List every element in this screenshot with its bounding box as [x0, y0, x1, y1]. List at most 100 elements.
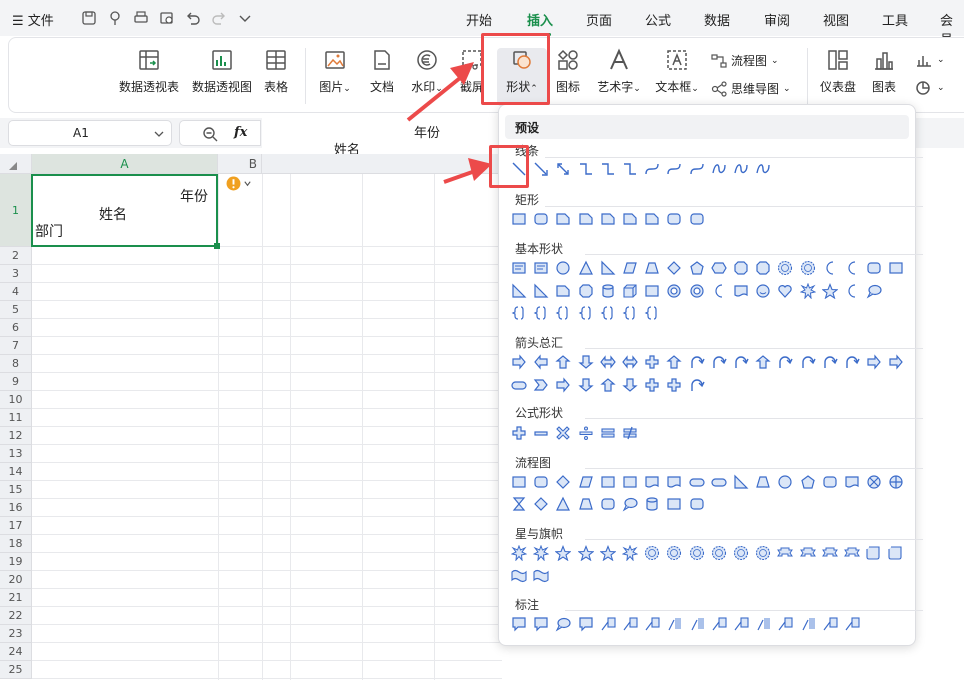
shape-plus-icon[interactable]	[666, 377, 682, 396]
shape-ribbon-icon[interactable]	[844, 545, 860, 564]
shape-barCallout-icon[interactable]	[689, 616, 705, 635]
row-header[interactable]: 6	[0, 319, 32, 337]
shape-scribble-icon[interactable]	[711, 161, 727, 180]
error-check-indicator[interactable]	[226, 176, 252, 191]
shape-bracket-icon[interactable]	[644, 305, 660, 324]
shape-snip-icon[interactable]	[600, 211, 616, 230]
tab-page[interactable]: 页面	[586, 10, 612, 29]
row-header[interactable]: 15	[0, 481, 32, 499]
shape-moon-icon[interactable]	[822, 260, 838, 279]
shape-octagon-icon[interactable]	[733, 260, 749, 279]
column-header-a[interactable]: A	[32, 154, 218, 174]
shape-rect-icon[interactable]	[888, 260, 904, 279]
shape-bracket-icon[interactable]	[555, 305, 571, 324]
shape-elbow-icon[interactable]	[578, 161, 594, 180]
shape-curve-icon[interactable]	[689, 161, 705, 180]
tab-insert[interactable]: 插入	[527, 10, 553, 36]
shape-circleX-icon[interactable]	[866, 474, 882, 493]
shape-arrowD-icon[interactable]	[577, 354, 594, 373]
shape-rrect-icon[interactable]	[822, 474, 838, 493]
shape-star-icon[interactable]	[821, 283, 839, 302]
shape-terminator-icon[interactable]	[688, 474, 705, 493]
screenshot-button[interactable]: 截屏	[455, 48, 489, 95]
column-header-c[interactable]	[262, 154, 502, 174]
shape-circlePlus-icon[interactable]	[888, 474, 904, 493]
shape-times-icon[interactable]	[555, 425, 571, 444]
shape-scroll-icon[interactable]	[866, 545, 882, 564]
row-header[interactable]: 1	[0, 174, 32, 247]
shape-snip-icon[interactable]	[578, 211, 594, 230]
shape-arrowR-icon[interactable]	[555, 377, 571, 396]
save-icon[interactable]	[81, 10, 97, 26]
shape-plus-icon[interactable]	[644, 377, 660, 396]
shape-diamond-icon[interactable]	[533, 496, 549, 515]
shape-seal-icon[interactable]	[755, 545, 771, 564]
shape-ribbon-icon[interactable]	[799, 545, 816, 564]
shape-rtri-icon[interactable]	[733, 474, 749, 493]
shape-para-icon[interactable]	[622, 260, 638, 279]
shape-triangle-icon[interactable]	[555, 496, 571, 515]
shape-hexagon-icon[interactable]	[711, 260, 727, 279]
shape-curve-icon[interactable]	[666, 161, 682, 180]
shape-lineCallout-icon[interactable]	[777, 616, 793, 635]
shape-cylinder-icon[interactable]	[644, 496, 660, 515]
shape-plus-icon[interactable]	[644, 354, 660, 373]
tab-start[interactable]: 开始	[466, 10, 492, 29]
row-header[interactable]: 24	[0, 643, 32, 661]
shape-scroll-icon[interactable]	[888, 545, 904, 564]
shape-burst-icon[interactable]	[532, 544, 550, 564]
shape-star-icon[interactable]	[599, 545, 617, 564]
shape-textbox-icon[interactable]	[533, 260, 549, 279]
dashboard-button[interactable]: 仪表盘	[817, 48, 859, 95]
shape-rrect-icon[interactable]	[533, 211, 549, 230]
shape-bracket-icon[interactable]	[578, 305, 594, 324]
shape-barCallout-icon[interactable]	[800, 616, 816, 635]
shape-divide-icon[interactable]	[578, 425, 594, 444]
shape-doc-icon[interactable]	[666, 474, 682, 493]
shape-arrowCurve-icon[interactable]	[689, 354, 705, 373]
shape-trap-icon[interactable]	[755, 474, 771, 493]
zoom-search-icon[interactable]	[202, 126, 218, 142]
shape-burst-icon[interactable]	[510, 544, 528, 564]
cell-a1[interactable]: 年份 姓名 部门	[31, 174, 220, 249]
shape-rrect-icon[interactable]	[600, 496, 616, 515]
shape-snip-icon[interactable]	[555, 283, 571, 302]
shape-seal-icon[interactable]	[644, 545, 660, 564]
fx-icon[interactable]: fx	[234, 125, 247, 140]
row-header[interactable]: 14	[0, 463, 32, 481]
shape-callout-icon[interactable]	[578, 616, 594, 635]
shape-wave-icon[interactable]	[511, 568, 527, 587]
shape-triangle-icon[interactable]	[578, 260, 594, 279]
shape-dblArrow-icon[interactable]	[555, 161, 571, 180]
shape-terminator-icon[interactable]	[511, 377, 527, 396]
shape-rtri-icon[interactable]	[511, 283, 527, 302]
shape-star-icon[interactable]	[577, 545, 595, 564]
shape-rtri-icon[interactable]	[533, 283, 549, 302]
shape-button[interactable]: 形状⌃	[497, 48, 547, 106]
shape-minus-icon[interactable]	[533, 425, 549, 444]
shape-arrowU-icon[interactable]	[600, 377, 616, 396]
row-header[interactable]: 2	[0, 247, 32, 265]
print-preview-icon[interactable]	[159, 10, 175, 26]
row-header[interactable]: 5	[0, 301, 32, 319]
shape-bracket-icon[interactable]	[622, 305, 638, 324]
shape-moon-icon[interactable]	[844, 260, 860, 279]
shape-arrowCurve-icon[interactable]	[822, 354, 838, 373]
textbox-button[interactable]: 文本框⌄	[651, 48, 703, 95]
tab-view[interactable]: 视图	[823, 10, 849, 29]
flowchart-button[interactable]: 流程图 ⌄	[711, 52, 779, 69]
doc-button[interactable]: 文档	[367, 48, 397, 95]
shape-cylinder-icon[interactable]	[600, 283, 616, 302]
mindmap-button[interactable]: 思维导图 ⌄	[711, 80, 791, 97]
shape-smiley-icon[interactable]	[755, 283, 771, 302]
shape-callout-icon[interactable]	[511, 616, 527, 635]
shape-seal-icon[interactable]	[733, 545, 749, 564]
pie-chart-dropdown[interactable]: ⌄	[915, 80, 945, 96]
row-header[interactable]: 20	[0, 571, 32, 589]
row-header[interactable]: 3	[0, 265, 32, 283]
row-header[interactable]: 10	[0, 391, 32, 409]
row-header[interactable]: 21	[0, 589, 32, 607]
pivot-table-button[interactable]: 数据透视表	[113, 48, 185, 95]
shape-donut-icon[interactable]	[666, 283, 682, 302]
shape-barCallout-icon[interactable]	[666, 616, 682, 635]
